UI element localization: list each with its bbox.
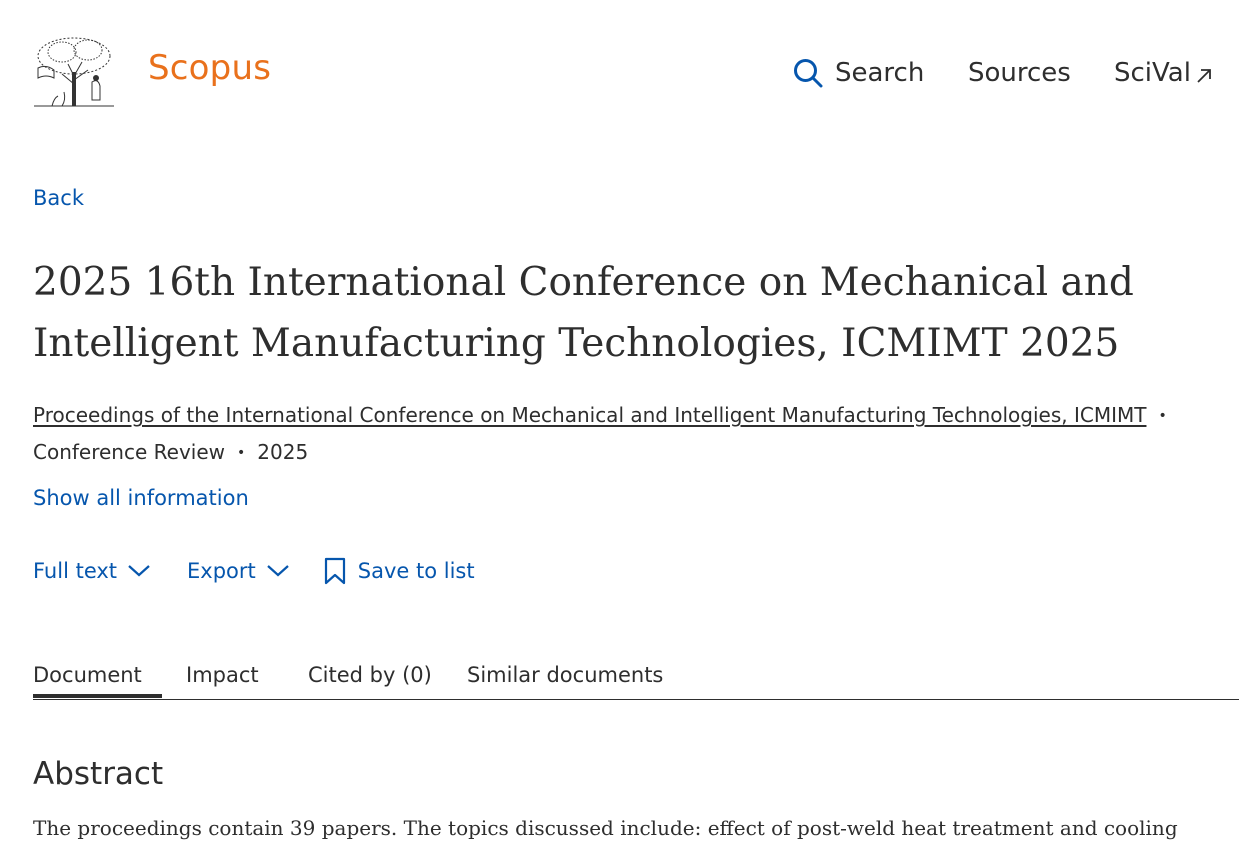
active-tab-indicator: [33, 694, 162, 698]
elsevier-logo[interactable]: [32, 34, 116, 108]
search-icon: [794, 59, 823, 88]
export-button[interactable]: Export: [187, 559, 290, 583]
chevron-down-icon: [267, 565, 289, 577]
external-link-icon: [1197, 69, 1211, 83]
document-year: 2025: [257, 440, 309, 464]
nav-sources-label: Sources: [968, 58, 1071, 88]
abstract-heading: Abstract: [33, 756, 164, 792]
nav-sources[interactable]: Sources: [968, 54, 1071, 92]
nav-scival[interactable]: SciVal: [1114, 54, 1213, 92]
separator-dot: •: [237, 445, 246, 461]
bookmark-icon: [324, 557, 345, 585]
show-all-information-link[interactable]: Show all information: [33, 484, 249, 512]
brand-name[interactable]: Scopus: [148, 48, 271, 88]
tab-similar-documents[interactable]: Similar documents: [467, 658, 663, 692]
save-to-list-label: Save to list: [357, 559, 475, 583]
document-actions: Full text Export Save to list: [33, 553, 475, 589]
document-title: 2025 16th International Conference on Me…: [33, 260, 1134, 366]
source-title-link[interactable]: Proceedings of the International Confere…: [33, 403, 1146, 427]
nav-search[interactable]: Search: [793, 54, 924, 92]
full-text-label: Full text: [33, 559, 118, 583]
tab-impact[interactable]: Impact: [186, 658, 259, 692]
tab-document[interactable]: Document: [33, 658, 142, 692]
separator-dot: •: [1158, 408, 1167, 424]
elsevier-tree-logo-icon: [34, 37, 114, 107]
document-meta: Proceedings of the International Confere…: [33, 397, 1183, 471]
tab-cited-by[interactable]: Cited by (0): [308, 658, 432, 692]
nav-scival-label: SciVal: [1114, 58, 1191, 88]
abstract-text: The proceedings contain 39 papers. The t…: [33, 816, 1178, 840]
back-link[interactable]: Back: [33, 184, 84, 212]
chevron-down-icon: [128, 565, 150, 577]
nav-search-label: Search: [835, 58, 925, 88]
document-type: Conference Review: [33, 440, 226, 464]
export-label: Export: [187, 559, 256, 583]
full-text-button[interactable]: Full text: [33, 559, 151, 583]
save-to-list-button[interactable]: Save to list: [324, 557, 475, 585]
document-tabs: Document Impact Cited by (0) Similar doc…: [33, 658, 1239, 700]
